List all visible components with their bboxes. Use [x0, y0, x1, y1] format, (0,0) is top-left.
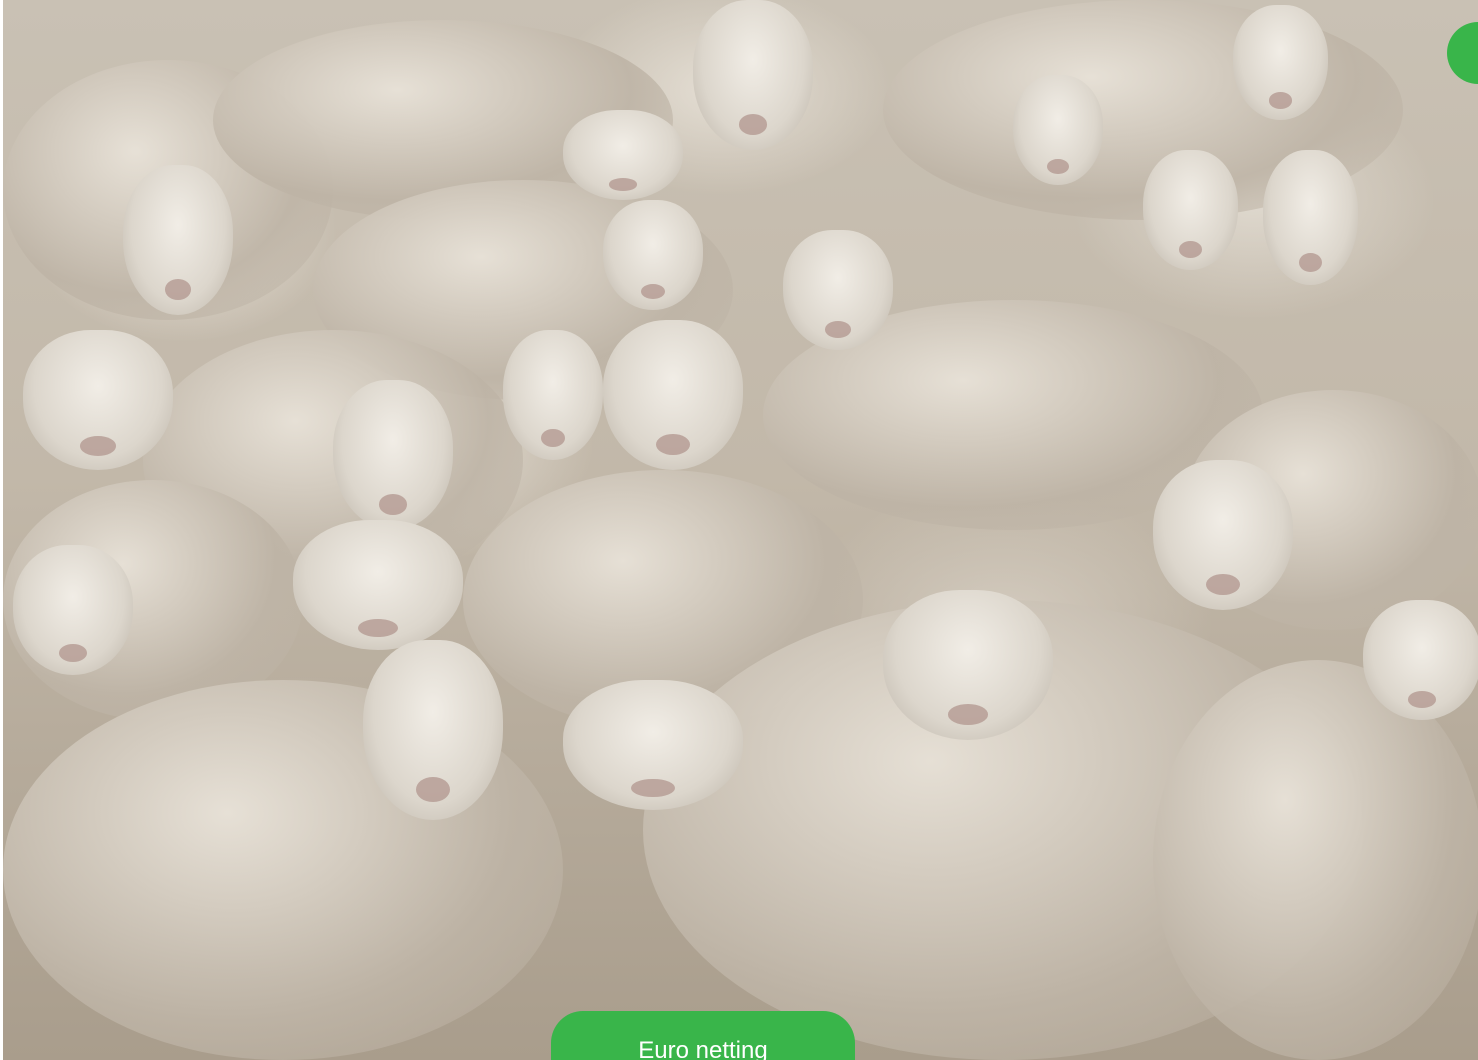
sheep-wool	[1153, 660, 1478, 1060]
euro-netting-button[interactable]: Euro netting	[551, 1011, 855, 1060]
sheep-face	[23, 330, 173, 470]
sheep-face	[1013, 75, 1103, 185]
sheep-face	[13, 545, 133, 675]
sheep-face	[1143, 150, 1238, 270]
sheep-face	[123, 165, 233, 315]
page: Euro netting	[0, 0, 1478, 1060]
sheep-face	[1363, 600, 1478, 720]
sheep-face	[503, 330, 603, 460]
sheep-face	[603, 200, 703, 310]
sheep-face	[883, 590, 1053, 740]
sheep-face	[293, 520, 463, 650]
sheep-face	[563, 110, 683, 200]
sheep-face	[1233, 5, 1328, 120]
sheep-face	[603, 320, 743, 470]
sheep-face	[1153, 460, 1293, 610]
sheep-face	[333, 380, 453, 530]
sheep-face	[563, 680, 743, 810]
sheep-face	[363, 640, 503, 820]
sheep-flock-photo	[3, 0, 1478, 1060]
sheep-face	[1263, 150, 1358, 285]
sheep-face	[783, 230, 893, 350]
sheep-face	[693, 0, 813, 150]
